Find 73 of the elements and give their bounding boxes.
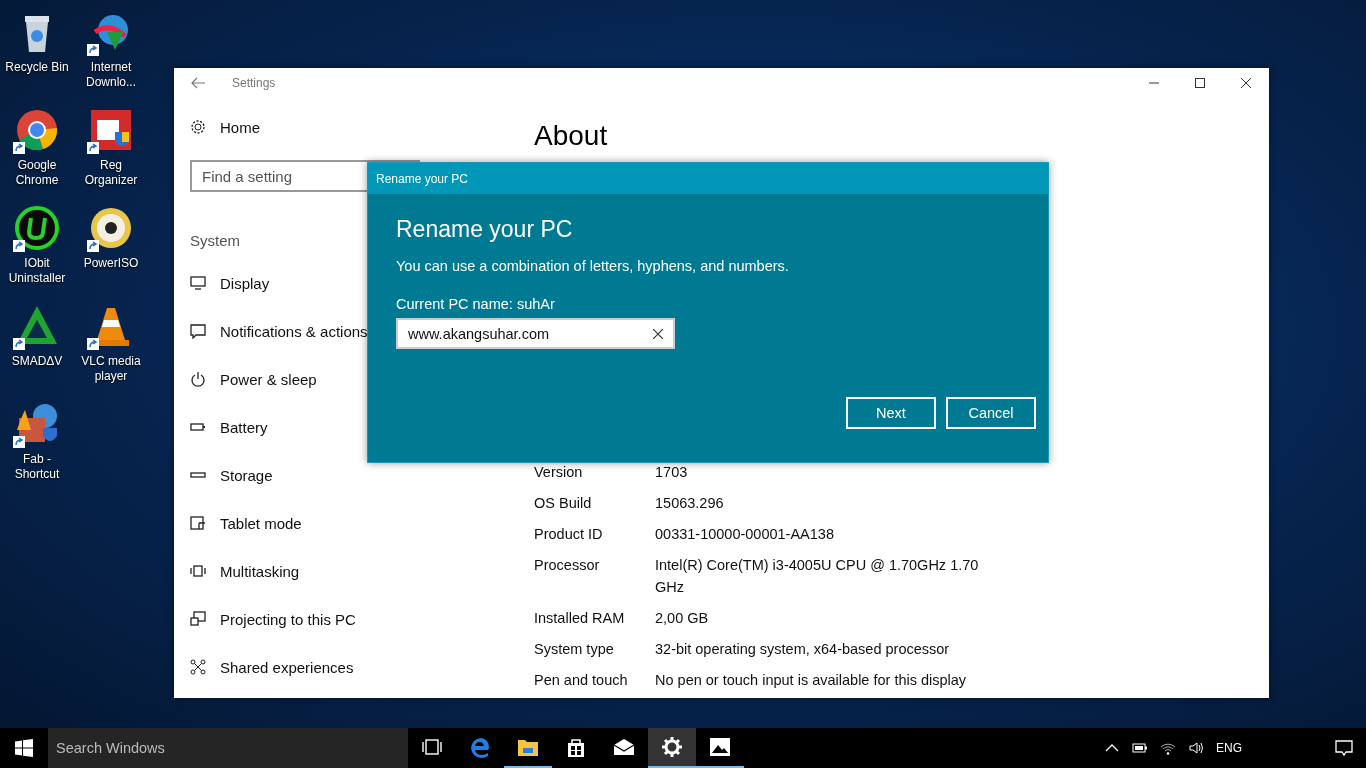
message-icon	[190, 323, 206, 339]
notification-icon[interactable]	[1334, 738, 1354, 758]
shortcut-label: VLC media player	[80, 354, 142, 384]
close-icon[interactable]	[1241, 78, 1251, 88]
taskbar-search-field[interactable]: Search Windows	[48, 728, 408, 768]
store-icon	[565, 736, 587, 758]
spec-label: Version	[534, 463, 584, 482]
spec-value: 15063.296	[655, 494, 725, 513]
maximize-icon[interactable]	[1195, 78, 1205, 88]
spec-value: 32-bit operating system, x64-based processor	[655, 640, 951, 659]
shortcut-label: Fab - Shortcut	[13, 452, 61, 482]
spec-label: OS Build	[534, 494, 593, 513]
shortcut-label: Google Chrome	[14, 158, 60, 188]
desktop-shortcut[interactable]: Internet Downlo...	[74, 4, 148, 102]
spec-value: 1703	[655, 463, 689, 482]
shortcut-label: Recycle Bin	[4, 60, 70, 75]
sidebar-item[interactable]: Tablet mode	[190, 510, 520, 536]
current-name-label: Current PC name: suhAr	[396, 296, 556, 312]
shortcut-label: SMADΔV	[10, 354, 64, 369]
shortcut-label: Internet Downlo...	[85, 60, 137, 90]
battery-icon[interactable]	[1132, 740, 1148, 756]
spec-value: 00331-10000-00001-AA138	[655, 525, 835, 544]
windows-logo-icon[interactable]	[15, 739, 33, 757]
language-indicator[interactable]: ENG	[1216, 741, 1242, 755]
desktop-shortcut[interactable]: PowerISO	[74, 200, 148, 298]
taskbar-app-button[interactable]	[648, 728, 696, 768]
shortcut-label: IObit Uninstaller	[7, 256, 67, 286]
speaker-icon[interactable]	[1188, 740, 1204, 756]
desktop-shortcut[interactable]: IObit Uninstaller	[0, 200, 74, 298]
spec-label: Pen and touch	[534, 671, 629, 690]
dialog-button[interactable]: Cancel	[946, 397, 1036, 429]
project-icon	[190, 611, 206, 627]
sidebar-item[interactable]: Shared experiences	[190, 654, 520, 680]
desktop-shortcut[interactable]: Reg Organizer	[74, 102, 148, 200]
sidebar-item[interactable]: Projecting to this PC	[190, 606, 520, 632]
multitask-icon	[190, 563, 206, 579]
window-title: Settings	[232, 76, 276, 90]
dialog-button[interactable]: Next	[846, 397, 936, 429]
spec-label: Product ID	[534, 525, 604, 544]
spec-value: Intel(R) Core(TM) i3-4005U CPU @ 1.70GHz 1.70 GHz	[655, 556, 980, 597]
desktop-shortcut[interactable]: Google Chrome	[0, 102, 74, 200]
gear-icon	[190, 119, 206, 135]
page-heading: About	[534, 120, 609, 153]
photos-icon	[709, 736, 731, 758]
spec-label: Processor	[534, 556, 601, 575]
desktop-shortcut[interactable]: VLC media player	[74, 298, 148, 396]
dialog-title-bar: Rename your PC	[368, 163, 1048, 194]
shortcut-label: PowerISO	[82, 256, 140, 271]
desktop-shortcut[interactable]: Fab - Shortcut	[0, 396, 74, 494]
name-input-field[interactable]: www.akangsuhar.com	[396, 318, 675, 349]
sidebar-item[interactable]: Power & sleep	[190, 366, 520, 392]
edge-icon	[469, 736, 491, 758]
dialog-heading: Rename your PC	[396, 216, 574, 244]
share-icon	[190, 659, 206, 675]
mail-icon	[613, 736, 635, 758]
sidebar-item[interactable]: Storage	[190, 462, 520, 488]
taskview-icon	[421, 736, 443, 758]
spec-value: 2,00 GB	[655, 609, 710, 628]
shortcut-label: Reg Organizer	[83, 158, 139, 188]
desktop-shortcut[interactable]: SMADΔV	[0, 298, 74, 396]
sidebar-item[interactable]: Multitasking	[190, 558, 520, 584]
desktop-shortcut[interactable]: Recycle Bin	[0, 4, 74, 102]
gear-icon	[661, 736, 683, 758]
app-icon	[13, 204, 61, 252]
sidebar-item[interactable]: Battery	[190, 414, 520, 440]
tablet-icon	[190, 515, 206, 531]
monitor-icon	[190, 275, 206, 291]
power-icon	[190, 371, 206, 387]
spec-label: Installed RAM	[534, 609, 626, 628]
home-link[interactable]: Home	[190, 114, 520, 140]
back-arrow-icon[interactable]	[190, 75, 206, 91]
spec-label: System type	[534, 640, 615, 659]
spec-value: No pen or touch input is available for this display	[655, 671, 968, 690]
